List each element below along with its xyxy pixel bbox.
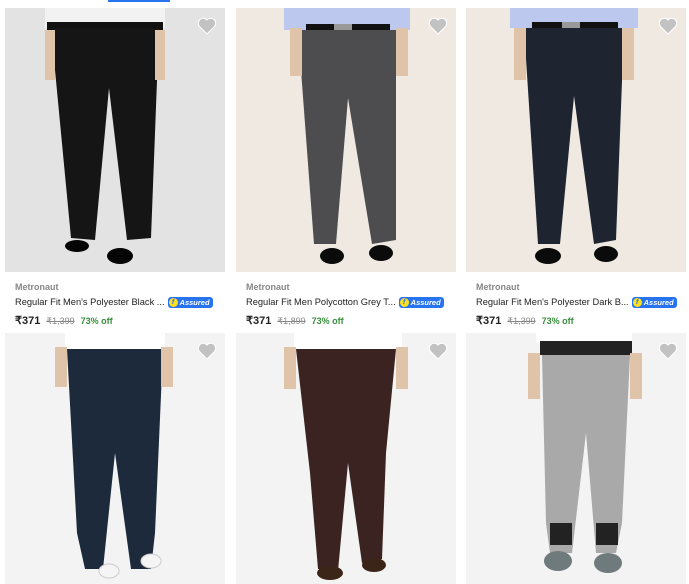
product-photo xyxy=(5,8,225,272)
product-card[interactable] xyxy=(236,333,456,584)
flipkart-f-icon: f xyxy=(399,297,409,307)
product-card[interactable]: Metronaut Regular Fit Men Polycotton Gre… xyxy=(236,8,456,327)
assured-badge: f Assured xyxy=(167,296,213,308)
product-mrp: ₹1,399 xyxy=(507,316,536,326)
product-photo xyxy=(5,333,225,584)
product-photo xyxy=(466,8,686,272)
product-title[interactable]: Regular Fit Men's Polyester Dark B... xyxy=(476,297,629,307)
active-tab-indicator xyxy=(108,0,170,2)
wishlist-heart-icon[interactable] xyxy=(428,341,448,361)
assured-badge: f Assured xyxy=(631,296,677,308)
product-discount: 73% off xyxy=(541,316,574,326)
product-photo xyxy=(236,333,456,584)
product-title[interactable]: Regular Fit Men's Polyester Black ... xyxy=(15,297,165,307)
product-price: ₹371 xyxy=(246,315,272,327)
assured-badge: f Assured xyxy=(398,296,444,308)
product-image[interactable] xyxy=(236,8,456,272)
product-price: ₹371 xyxy=(15,315,41,327)
product-image[interactable] xyxy=(236,333,456,584)
wishlist-heart-icon[interactable] xyxy=(658,341,678,361)
product-card[interactable]: Metronaut Regular Fit Men's Polyester Da… xyxy=(466,8,686,327)
product-image[interactable] xyxy=(5,8,225,272)
product-mrp: ₹1,899 xyxy=(277,316,306,326)
product-brand: Metronaut xyxy=(246,282,290,292)
wishlist-heart-icon[interactable] xyxy=(658,16,678,36)
product-title[interactable]: Regular Fit Men Polycotton Grey T... xyxy=(246,297,396,307)
wishlist-heart-icon[interactable] xyxy=(428,16,448,36)
product-photo xyxy=(236,8,456,272)
product-discount: 73% off xyxy=(311,316,344,326)
product-brand: Metronaut xyxy=(15,282,59,292)
product-discount: 73% off xyxy=(80,316,113,326)
product-card[interactable] xyxy=(5,333,225,584)
wishlist-heart-icon[interactable] xyxy=(197,16,217,36)
product-photo xyxy=(466,333,686,584)
product-card[interactable] xyxy=(466,333,686,584)
flipkart-f-icon: f xyxy=(168,297,178,307)
product-brand: Metronaut xyxy=(476,282,520,292)
product-card[interactable]: Metronaut Regular Fit Men's Polyester Bl… xyxy=(5,8,225,327)
product-mrp: ₹1,399 xyxy=(46,316,75,326)
product-image[interactable] xyxy=(466,8,686,272)
product-image[interactable] xyxy=(5,333,225,584)
wishlist-heart-icon[interactable] xyxy=(197,341,217,361)
product-price: ₹371 xyxy=(476,315,502,327)
product-image[interactable] xyxy=(466,333,686,584)
flipkart-f-icon: f xyxy=(632,297,642,307)
